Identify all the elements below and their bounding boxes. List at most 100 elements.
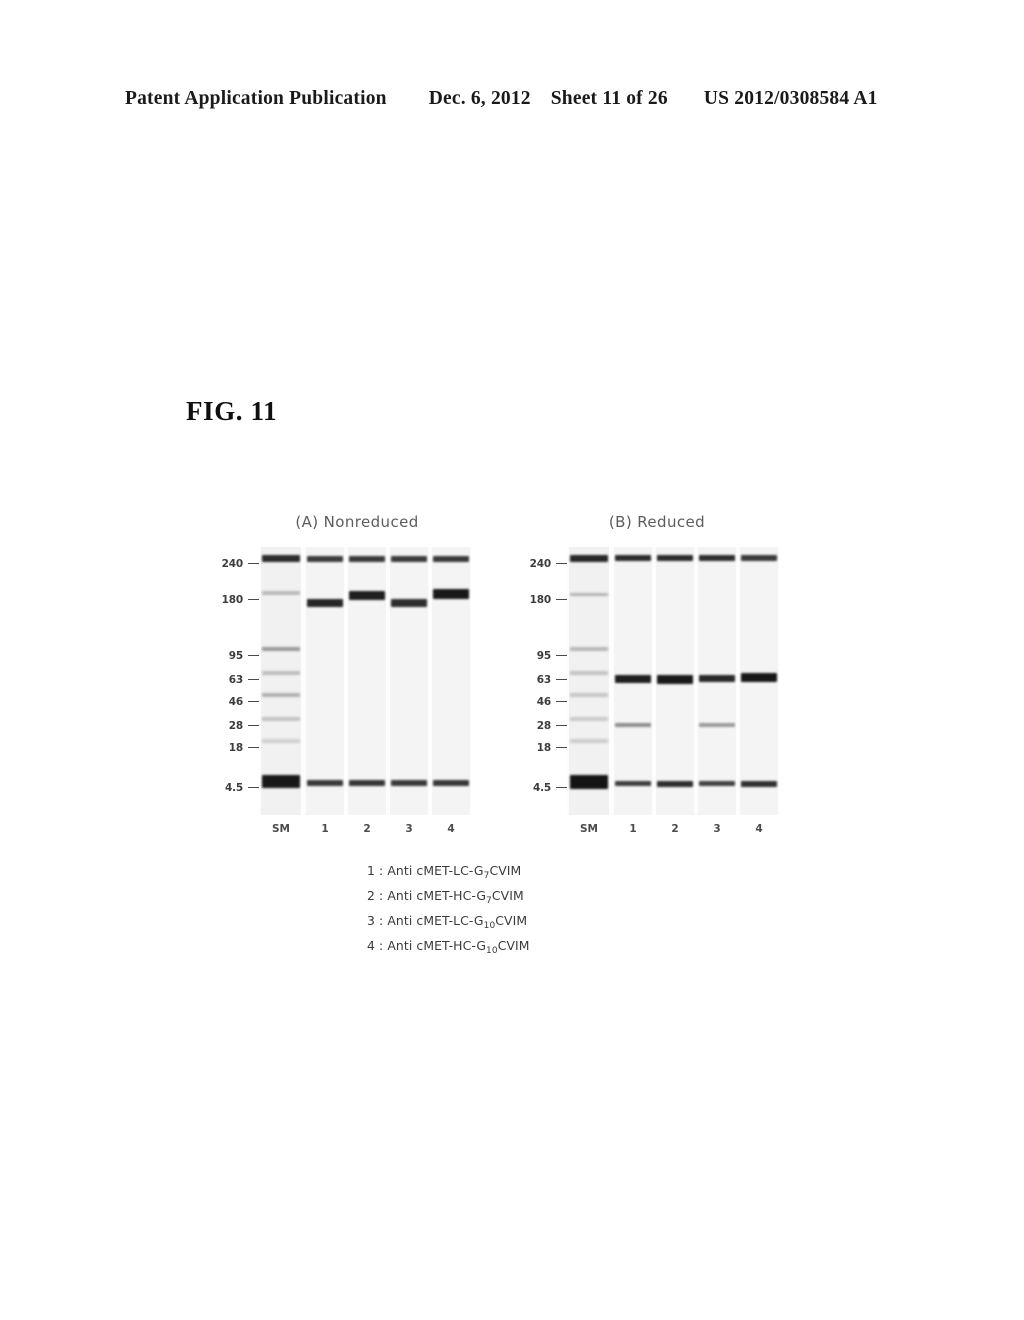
marker-tick-dash xyxy=(556,746,567,749)
legend-item-suffix: CVIM xyxy=(489,863,522,878)
gel-band xyxy=(699,723,735,727)
marker-tick-dash xyxy=(556,654,567,657)
figure-label: FIG. 11 xyxy=(186,396,278,426)
gel-band xyxy=(262,671,300,675)
lane-4 xyxy=(432,547,470,815)
marker-label-row: 4.5 xyxy=(191,781,259,794)
gel-band xyxy=(657,781,693,787)
gel-band xyxy=(307,599,343,607)
marker-value: 63 xyxy=(228,673,243,686)
marker-value: 28 xyxy=(536,719,551,732)
patent-running-header: Patent Application Publication Dec. 6, 2… xyxy=(125,88,900,114)
gel-band xyxy=(570,775,608,789)
gel-band xyxy=(349,556,385,562)
marker-tick-dash xyxy=(248,724,259,727)
marker-value: 240 xyxy=(221,557,244,570)
marker-value: 180 xyxy=(529,593,552,606)
gel-band xyxy=(262,591,300,595)
legend-item-prefix: Anti cMET-HC-G xyxy=(387,938,487,953)
panel-b-gel-image xyxy=(567,547,779,815)
marker-tick-dash xyxy=(556,786,567,789)
gel-band xyxy=(262,717,300,721)
marker-label-row: 46 xyxy=(191,695,259,708)
panel-a-marker-ladder-labels: 240 180 95 63 46 28 18 4.5 xyxy=(191,555,259,805)
gel-band xyxy=(307,780,343,786)
gel-band xyxy=(262,647,300,651)
lane-label-4: 4 xyxy=(447,823,455,835)
legend-item-suffix: CVIM xyxy=(491,888,524,903)
legend-item-number: 4 xyxy=(367,938,375,953)
gel-band xyxy=(570,671,608,675)
marker-value: 180 xyxy=(221,593,244,606)
lane-label-3: 3 xyxy=(713,823,721,835)
legend-separator: : xyxy=(374,913,388,928)
figure-11-body: (A) Nonreduced 240 180 95 63 46 28 18 4.5 SM 1 2 3… xyxy=(185,505,825,965)
marker-tick-dash xyxy=(248,678,259,681)
marker-value: 28 xyxy=(228,719,243,732)
marker-label-row: 18 xyxy=(191,741,259,754)
marker-label-row: 180 xyxy=(499,593,567,606)
marker-value: 46 xyxy=(536,695,551,708)
marker-value: 4.5 xyxy=(224,781,243,794)
marker-value: 63 xyxy=(536,673,551,686)
marker-value: 4.5 xyxy=(532,781,551,794)
marker-tick-dash xyxy=(556,700,567,703)
panel-b-marker-ladder-labels: 240 180 95 63 46 28 18 4.5 xyxy=(499,555,567,805)
marker-label-row: 240 xyxy=(499,557,567,570)
legend-separator: : xyxy=(374,863,388,878)
marker-tick-dash xyxy=(248,654,259,657)
legend-item-subscript: 10 xyxy=(486,946,498,956)
publication-date: Dec. 6, 2012 xyxy=(428,88,531,109)
gel-panel-a: (A) Nonreduced 240 180 95 63 46 28 18 4.5 SM 1 2 3… xyxy=(185,505,485,845)
lane-label-3: 3 xyxy=(405,823,413,835)
panel-a-title: (A) Nonreduced xyxy=(295,513,419,531)
lane-label-2: 2 xyxy=(671,823,679,835)
panel-b-title: (B) Reduced xyxy=(608,513,706,531)
gel-band xyxy=(262,739,300,743)
lane-2 xyxy=(348,547,386,815)
marker-label-row: 95 xyxy=(191,649,259,662)
marker-tick-dash xyxy=(248,598,259,601)
legend-line: 3 : Anti cMET-LC-G10CVIM xyxy=(367,911,667,936)
legend-item-prefix: Anti cMET-LC-G xyxy=(387,863,484,878)
gel-band xyxy=(262,555,300,562)
gel-panel-b: (B) Reduced 240 180 95 63 46 28 18 4.5 SM 1 2 3 4 xyxy=(493,505,793,845)
document-number: US 2012/0308584 A1 xyxy=(703,88,878,109)
marker-value: 95 xyxy=(228,649,243,662)
marker-tick-dash xyxy=(248,746,259,749)
marker-label-row: 18 xyxy=(499,741,567,754)
gel-band xyxy=(349,780,385,786)
gel-band xyxy=(699,555,735,561)
marker-label-row: 63 xyxy=(191,673,259,686)
legend-separator: : xyxy=(374,938,388,953)
legend-line: 4 : Anti cMET-HC-G10CVIM xyxy=(367,936,667,961)
gel-band xyxy=(262,693,300,697)
gel-band xyxy=(349,591,385,600)
lane-label-1: 1 xyxy=(321,823,329,835)
figure-legend: 1 : Anti cMET-LC-G7CVIM 2 : Anti cMET-HC-… xyxy=(367,861,667,961)
legend-item-number: 3 xyxy=(367,913,375,928)
marker-label-row: 63 xyxy=(499,673,567,686)
lane-1 xyxy=(306,547,344,815)
gel-band xyxy=(615,781,651,786)
lane-label-sm: SM xyxy=(579,823,598,835)
gel-band xyxy=(699,781,735,786)
legend-line: 2 : Anti cMET-HC-G7CVIM xyxy=(367,886,667,911)
legend-item-prefix: Anti cMET-LC-G xyxy=(387,913,484,928)
lane-label-2: 2 xyxy=(363,823,371,835)
legend-item-number: 1 xyxy=(367,863,375,878)
lane-label-sm: SM xyxy=(271,823,290,835)
marker-tick-dash xyxy=(556,724,567,727)
gel-band xyxy=(307,556,343,562)
gel-band xyxy=(433,589,469,599)
legend-item-suffix: CVIM xyxy=(497,938,530,953)
marker-value: 46 xyxy=(228,695,243,708)
legend-item-prefix: Anti cMET-HC-G xyxy=(387,888,487,903)
gel-band xyxy=(433,556,469,562)
marker-tick-dash xyxy=(248,562,259,565)
marker-label-row: 4.5 xyxy=(499,781,567,794)
gel-band xyxy=(391,599,427,607)
lane-3 xyxy=(390,547,428,815)
marker-tick-dash xyxy=(556,562,567,565)
gel-band xyxy=(570,555,608,562)
